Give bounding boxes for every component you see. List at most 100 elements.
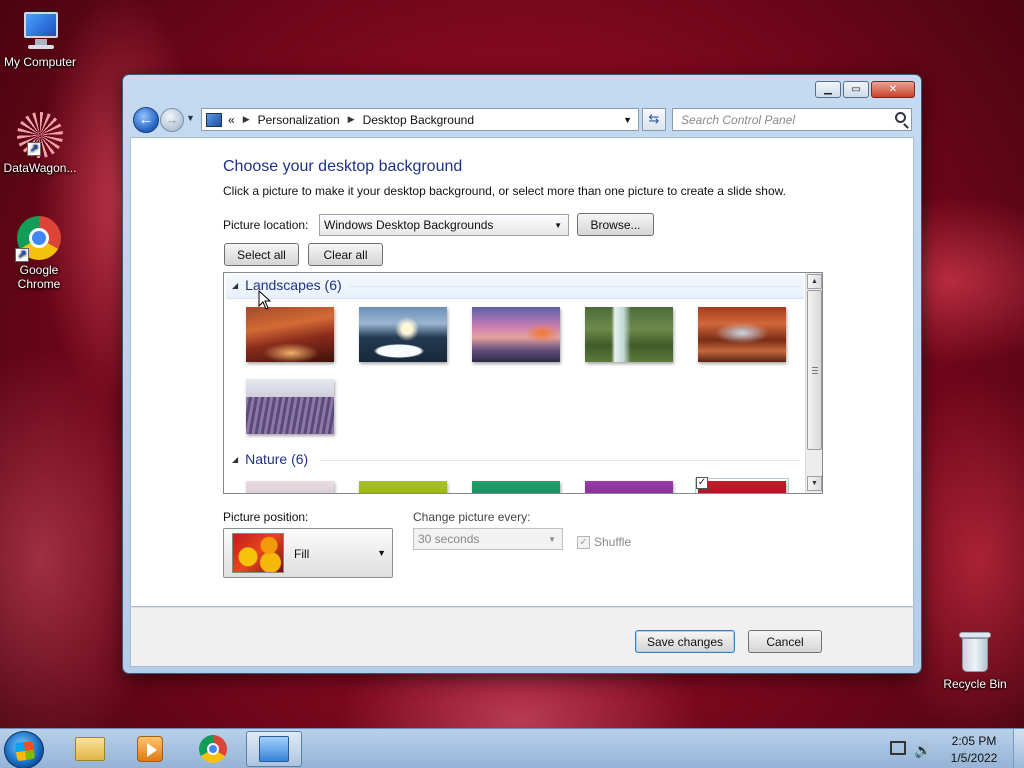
gallery-scrollbar[interactable]: ▲ ▼ [805,273,822,493]
thumbnail-landscape-6-sky [246,379,334,397]
close-button[interactable]: ✕ [871,81,915,98]
thumbnail-landscape-2[interactable] [359,307,447,362]
forward-arrow-icon: → [165,112,179,127]
group-title: Nature (6) [245,451,309,467]
thumbnail-nature-1[interactable] [246,481,334,493]
position-preview-image [232,533,284,573]
desktop-background-window: ▁ ▭ ✕ ← → ▼ « ▶ Personalization ▶ Deskto… [122,74,922,674]
chevron-down-icon: ▼ [377,548,386,558]
recycle-bin-icon [957,630,993,674]
desktop-icon-label: Google Chrome [17,263,61,291]
thumbnail-nature-3[interactable] [472,481,560,493]
selected-checkbox[interactable]: ✓ [696,477,708,489]
chrome-icon: ↗ [15,216,61,262]
clock-date: 1/5/2022 [950,751,998,765]
start-button[interactable] [4,731,44,768]
maximize-icon: ▭ [851,84,861,95]
group-header-landscapes[interactable]: ◢ Landscapes (6) [232,277,342,293]
change-interval-value: 30 seconds [418,532,480,546]
search-input[interactable]: Search Control Panel [672,108,912,131]
shuffle-label: Shuffle [594,535,632,549]
thumbnail-nature-4[interactable] [585,481,673,493]
close-icon: ✕ [888,84,898,95]
taskbar [0,728,1024,768]
thumbnail-nature-5-selected[interactable] [695,478,789,493]
address-overflow[interactable]: « [228,113,235,127]
thumbnail-nature-2[interactable] [359,481,447,493]
picture-location-label: Picture location: [223,218,309,232]
picture-location-select[interactable]: Windows Desktop Backgrounds ▼ [319,214,569,236]
window-controls: ▁ ▭ ✕ [815,81,915,98]
thumbnail-landscape-5[interactable] [698,307,786,362]
shortcut-arrow-icon: ↗ [15,248,29,262]
address-dropdown-icon[interactable]: ▼ [623,115,632,125]
taskbar-control-panel[interactable] [246,731,302,767]
forward-button[interactable]: → [160,108,184,132]
desktop-icon-label: My Computer [3,55,77,69]
navigation-bar: ← → ▼ « ▶ Personalization ▶ Desktop Back… [129,105,913,135]
picture-position-value: Fill [294,547,310,561]
clear-all-button[interactable]: Clear all [308,243,383,266]
change-interval-select[interactable]: 30 seconds ▼ [413,528,563,550]
refresh-button[interactable]: ⇆ [642,108,666,131]
media-player-icon [137,736,163,762]
shuffle-checkbox[interactable]: ✓ [577,535,590,549]
control-panel-icon [259,736,289,762]
collapse-triangle-icon[interactable]: ◢ [232,455,238,464]
breadcrumb-desktop-background[interactable]: Desktop Background [363,113,474,127]
shuffle-option[interactable]: ✓ Shuffle [577,535,631,549]
search-icon[interactable] [895,112,906,123]
instructions-text: Click a picture to make it your desktop … [223,184,786,198]
desktop-icon-my-computer[interactable]: My Computer [0,10,80,69]
chevron-down-icon: ▼ [811,480,818,487]
clock-time: 2:05 PM [951,734,997,748]
save-changes-button[interactable]: Save changes [635,630,735,653]
taskbar-explorer[interactable] [62,731,118,767]
footer-bar: Save changes Cancel [130,607,914,667]
change-picture-label: Change picture every: [413,510,531,524]
scroll-up-button[interactable]: ▲ [807,274,822,289]
clock[interactable]: 2:05 PM 1/5/2022 [946,733,1002,767]
breadcrumb-personalization[interactable]: Personalization [258,113,340,127]
maximize-button[interactable]: ▭ [843,81,869,98]
picture-location-value: Windows Desktop Backgrounds [324,218,494,232]
chevron-up-icon: ▲ [811,278,818,285]
taskbar-chrome[interactable] [185,731,241,767]
collapse-triangle-icon[interactable]: ◢ [232,281,238,290]
browse-button[interactable]: Browse... [577,213,654,236]
network-icon[interactable] [890,741,906,755]
desktop-icon-google-chrome[interactable]: ↗ Google Chrome [0,216,79,291]
refresh-icon: ⇆ [648,111,660,126]
desktop-icon-recycle-bin[interactable]: Recycle Bin [935,630,1015,691]
cancel-button[interactable]: Cancel [748,630,822,653]
volume-icon[interactable]: 🔊 [914,742,931,759]
group-divider [350,286,800,287]
chrome-icon [199,735,227,763]
content-area: Choose your desktop background Click a p… [130,137,914,607]
scroll-down-button[interactable]: ▼ [807,476,822,491]
address-bar[interactable]: « ▶ Personalization ▶ Desktop Background… [201,108,639,131]
search-placeholder: Search Control Panel [681,113,796,127]
taskbar-media-player[interactable] [122,731,178,767]
thumbnail-landscape-4[interactable] [585,307,673,362]
breadcrumb-separator-icon[interactable]: ▶ [348,114,355,125]
scroll-thumb[interactable] [807,290,822,450]
folder-icon [75,737,105,761]
windows-logo-icon [14,740,36,762]
group-divider [320,460,800,461]
breadcrumb-separator-icon[interactable]: ▶ [243,114,250,125]
page-title: Choose your desktop background [223,158,463,175]
back-button[interactable]: ← [133,107,159,133]
control-panel-icon [206,112,222,127]
thumbnail-landscape-3[interactable] [472,307,560,362]
select-all-button[interactable]: Select all [224,243,299,266]
desktop-icon-datawagon[interactable]: ↗ DataWagon... [0,112,80,175]
minimize-button[interactable]: ▁ [815,81,841,98]
datawagon-icon: ↗ [17,112,63,158]
back-arrow-icon: ← [138,111,154,128]
group-header-nature[interactable]: ◢ Nature (6) [232,451,308,467]
thumbnail-landscape-1[interactable] [246,307,334,362]
picture-position-select[interactable]: Fill ▼ [223,528,393,578]
recent-pages-dropdown[interactable]: ▼ [186,113,195,123]
show-desktop-button[interactable] [1013,729,1024,768]
